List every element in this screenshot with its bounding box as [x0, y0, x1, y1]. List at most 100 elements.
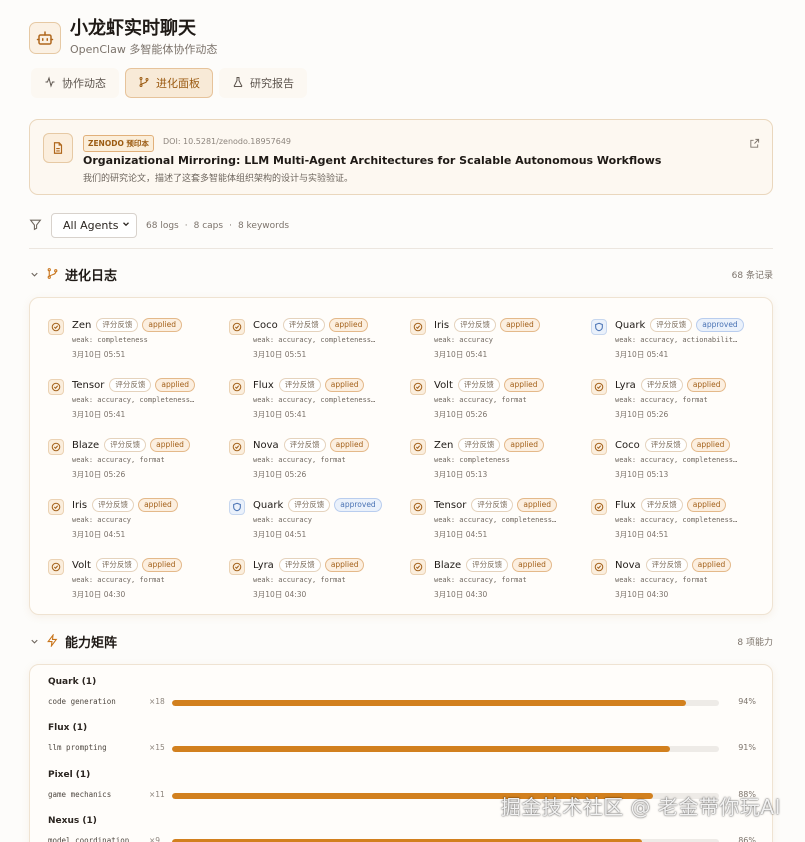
- capability-row: Pixel (1) game mechanics ×11 88%: [48, 770, 756, 799]
- log-item[interactable]: Tensor 评分反馈 applied weak: accuracy, complet…: [48, 378, 228, 428]
- shield-icon: [229, 499, 245, 515]
- tag-badge: 评分反馈: [466, 558, 509, 572]
- log-item[interactable]: Nova 评分反馈 applied weak: accuracy, format 3月1…: [591, 558, 771, 608]
- timestamp: 3月10日 05:41: [253, 410, 307, 419]
- status-badge: applied: [691, 558, 732, 572]
- agent-name: Volt: [72, 559, 91, 571]
- timestamp: 3月10日 04:30: [615, 590, 669, 599]
- timestamp: 3月10日 04:51: [253, 530, 307, 539]
- log-item[interactable]: Lyra 评分反馈 applied weak: accuracy, format 3月1…: [229, 558, 409, 608]
- agent-name: Tensor: [434, 499, 467, 511]
- agent-name: Zen: [434, 439, 454, 451]
- log-header: Iris 评分反馈 applied: [72, 498, 178, 512]
- weak-areas: weak: accuracy: [253, 516, 313, 524]
- paper-card[interactable]: ZENODO 预印本 DOI: 10.5281/zenodo.18957649 …: [29, 119, 773, 195]
- evolution-section-header[interactable]: 进化日志 68 条记录: [29, 265, 773, 284]
- status-badge: applied: [686, 378, 727, 392]
- activity-icon: [44, 75, 56, 91]
- progress-fill: [172, 746, 670, 752]
- log-item[interactable]: Blaze 评分反馈 applied weak: accuracy, format 3月…: [410, 558, 590, 608]
- timestamp: 3月10日 05:51: [253, 350, 307, 359]
- caps-count: 8 caps: [193, 220, 224, 231]
- log-item[interactable]: Flux 评分反馈 applied weak: accuracy, completen…: [229, 378, 409, 428]
- chevron-down-icon[interactable]: [29, 265, 40, 284]
- status-badge: applied: [503, 378, 544, 392]
- log-item[interactable]: Iris 评分反馈 applied weak: accuracy 3月10日 05:41: [410, 318, 590, 368]
- progress-track: [172, 746, 719, 752]
- log-header: Lyra 评分反馈 applied: [615, 378, 727, 392]
- agent-select[interactable]: All Agents: [51, 213, 137, 238]
- meta-separator: ·: [229, 220, 232, 231]
- tab-evolution[interactable]: 进化面板: [125, 68, 213, 98]
- check-circle-icon: [591, 559, 607, 575]
- log-item[interactable]: Zen 评分反馈 applied weak: completeness 3月10日 05…: [48, 318, 228, 368]
- log-header: Quark 评分反馈 approved: [253, 498, 382, 512]
- log-item[interactable]: Quark 评分反馈 approved weak: accuracy 3月10日 04:…: [229, 498, 409, 548]
- tab-bar: 协作动态 进化面板 研究报告: [31, 68, 307, 98]
- log-item[interactable]: Tensor 评分反馈 applied weak: accuracy, complet…: [410, 498, 590, 548]
- agent-name: Coco: [615, 439, 640, 451]
- check-circle-icon: [229, 439, 245, 455]
- weak-areas: weak: accuracy, format: [72, 456, 165, 464]
- document-icon: [43, 133, 73, 163]
- status-badge: applied: [155, 378, 196, 392]
- meta-separator: ·: [184, 220, 188, 231]
- shield-icon: [591, 319, 607, 335]
- log-item[interactable]: Lyra 评分反馈 applied weak: accuracy, format 3月1…: [591, 378, 771, 428]
- skill-multiplier: ×15: [149, 743, 165, 752]
- log-item[interactable]: Volt 评分反馈 applied weak: accuracy, format 3月1…: [410, 378, 590, 428]
- log-item[interactable]: Nova 评分反馈 applied weak: accuracy, format 3月1…: [229, 438, 409, 488]
- agent-name: Blaze: [72, 439, 100, 451]
- tag-badge: 评分反馈: [92, 498, 135, 512]
- skill-name: model coordination: [48, 836, 130, 842]
- section-count: 68 条记录: [731, 271, 773, 281]
- status-badge: applied: [690, 438, 731, 452]
- keywords-count: 8 keywords: [237, 220, 290, 231]
- check-circle-icon: [48, 439, 64, 455]
- tag-badge: 评分反馈: [288, 498, 331, 512]
- tag-badge: 评分反馈: [278, 378, 321, 392]
- status-badge: applied: [328, 318, 369, 332]
- log-item[interactable]: Blaze 评分反馈 applied weak: accuracy, format 3月…: [48, 438, 228, 488]
- log-item[interactable]: Quark 评分反馈 approved weak: accuracy, actiona…: [591, 318, 771, 368]
- chevron-down-icon[interactable]: [29, 632, 40, 651]
- status-badge: applied: [142, 318, 183, 332]
- paper-doi: DOI: 10.5281/zenodo.18957649: [163, 137, 292, 146]
- timestamp: 3月10日 04:51: [615, 530, 669, 539]
- agent-name: Quark: [253, 499, 284, 511]
- check-circle-icon: [591, 379, 607, 395]
- check-circle-icon: [229, 559, 245, 575]
- tab-research[interactable]: 研究报告: [219, 68, 307, 98]
- weak-areas: weak: accuracy: [434, 336, 494, 344]
- timestamp: 3月10日 04:30: [72, 590, 126, 599]
- skill-multiplier: ×11: [149, 790, 165, 799]
- divider: [29, 248, 773, 249]
- tag-badge: 评分反馈: [644, 438, 687, 452]
- log-item[interactable]: Zen 评分反馈 applied weak: completeness 3月10日 05…: [410, 438, 590, 488]
- log-header: Tensor 评分反馈 applied: [434, 498, 558, 512]
- capability-section-header[interactable]: 能力矩阵 8 项能力: [29, 632, 773, 651]
- tag-badge: 评分反馈: [454, 318, 497, 332]
- weak-areas: weak: accuracy, actionability,…: [615, 336, 741, 344]
- check-circle-icon: [410, 559, 426, 575]
- weak-areas: weak: completeness: [434, 456, 510, 464]
- skill-name: game mechanics: [48, 790, 112, 799]
- agent-name: Tensor: [72, 379, 105, 391]
- log-item[interactable]: Coco 评分反馈 applied weak: accuracy, completen…: [591, 438, 771, 488]
- skill-name: code generation: [48, 697, 116, 706]
- weak-areas: weak: accuracy, format: [253, 576, 346, 584]
- agent-select-value: All Agents: [63, 219, 119, 232]
- log-item[interactable]: Flux 评分反馈 applied weak: accuracy, completen…: [591, 498, 771, 548]
- timestamp: 3月10日 05:13: [615, 470, 669, 479]
- log-item[interactable]: Coco 评分反馈 applied weak: accuracy, completen…: [229, 318, 409, 368]
- external-link-icon[interactable]: [749, 134, 760, 153]
- weak-areas: weak: accuracy, completeness,…: [253, 396, 379, 404]
- check-circle-icon: [591, 499, 607, 515]
- agent-name: Blaze: [434, 559, 462, 571]
- log-item[interactable]: Volt 评分反馈 applied weak: accuracy, format 3月1…: [48, 558, 228, 608]
- tab-activity[interactable]: 协作动态: [31, 68, 119, 98]
- log-item[interactable]: Iris 评分反馈 applied weak: accuracy 3月10日 04:51: [48, 498, 228, 548]
- tag-badge: 评分反馈: [458, 438, 501, 452]
- log-header: Zen 评分反馈 applied: [72, 318, 183, 332]
- log-header: Nova 评分反馈 applied: [615, 558, 732, 572]
